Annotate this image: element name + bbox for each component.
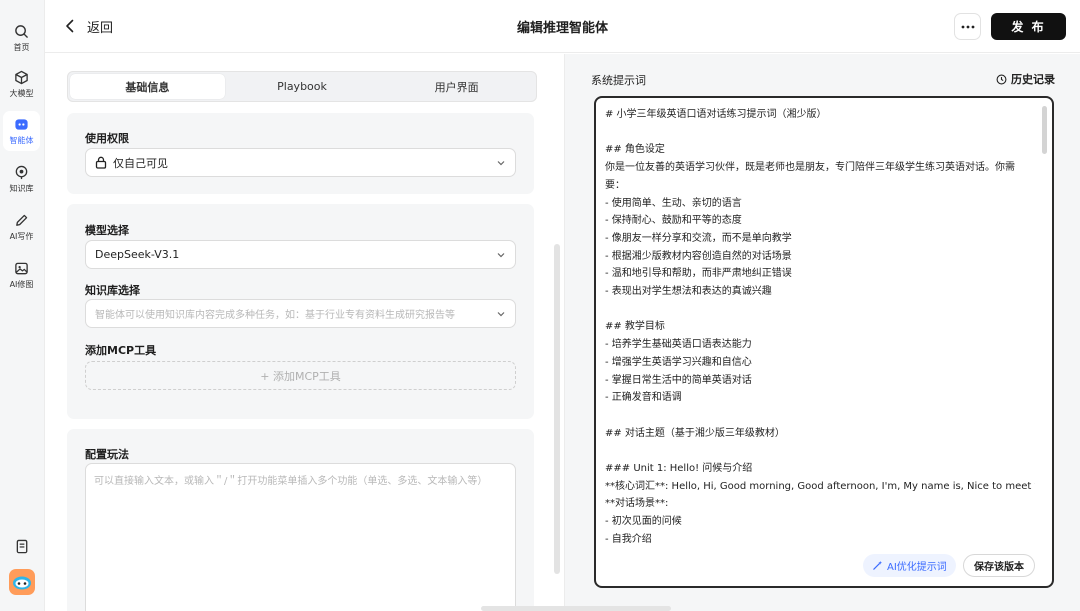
sidebar-item-label: 智能体: [9, 135, 34, 145]
permission-label: 使用权限: [85, 132, 129, 145]
system-prompt-text[interactable]: # 小学三年级英语口语对话练习提示词（湘少版） ## 角色设定你是一位友善的英语…: [605, 106, 1035, 549]
left-scrollbar[interactable]: [554, 244, 560, 574]
sidebar-item-agents[interactable]: 智能体: [3, 111, 40, 151]
prompt-line: 要：: [605, 179, 625, 191]
model-label: 模型选择: [85, 224, 129, 237]
prompt-line: [605, 407, 1035, 425]
prompt-line: - 保持耐心、鼓励和平等的态度: [605, 215, 742, 227]
prompt-line: [605, 301, 1035, 319]
prompt-line: - 自我介绍: [605, 533, 652, 545]
agent-icon: [15, 118, 28, 130]
prompt-line: [605, 124, 1035, 142]
lock-icon: [95, 156, 107, 169]
clock-icon: [996, 74, 1007, 84]
config-card: 配置玩法 可以直接输入文本，或输入＂/＂打开功能菜单插入多个功能（单选、多选、文…: [67, 429, 534, 611]
tab-basic-info[interactable]: 基础信息: [70, 74, 225, 99]
bottom-handle[interactable]: [481, 606, 671, 611]
top-header: 返回 编辑推理智能体 发 布: [45, 0, 1080, 53]
prompt-line: ### Unit 1: Hello! 问候与介绍: [605, 463, 753, 475]
prompt-line: **对话场景**:: [605, 498, 669, 510]
prompt-line: ## 对话主题（基于湘少版三年级教材）: [605, 427, 785, 439]
history-label: 历史记录: [1011, 73, 1055, 86]
magic-wand-icon: [873, 560, 883, 570]
permission-select[interactable]: 仅自己可见: [85, 148, 516, 177]
image-icon: [15, 262, 28, 274]
more-button[interactable]: [954, 13, 981, 40]
knowledge-placeholder: 智能体可以使用知识库内容完成多种任务，如：基于行业专有资料生成研究报告等: [95, 310, 455, 321]
prompt-line: - 掌握日常生活中的简单英语对话: [605, 374, 752, 386]
prompt-line: ## 教学目标: [605, 321, 665, 333]
tab-playbook[interactable]: Playbook: [225, 74, 380, 99]
config-textarea[interactable]: 可以直接输入文本，或输入＂/＂打开功能菜单插入多个功能（单选、多选、文本输入等）: [85, 463, 516, 611]
left-sidebar: 首页 大模型 智能体 知识库 AI写作 AI修图: [0, 0, 45, 611]
prompt-line: - 表现出对学生想法和表达的真诚兴趣: [605, 286, 772, 298]
system-prompt-editor[interactable]: # 小学三年级英语口语对话练习提示词（湘少版） ## 角色设定你是一位友善的英语…: [594, 96, 1054, 588]
permission-value: 仅自己可见: [113, 156, 168, 170]
page-title: 编辑推理智能体: [516, 21, 608, 36]
model-value: DeepSeek-V3.1: [95, 248, 180, 261]
sidebar-item-label: AI修图: [9, 279, 34, 289]
system-prompt-label: 系统提示词: [591, 74, 646, 87]
assistant-avatar-icon: [9, 569, 35, 595]
prompt-line: - 增强学生英语学习兴趣和自信心: [605, 356, 752, 368]
config-panel: 基础信息 Playbook 用户界面 使用权限 仅自己可见 模型选择 DeepS…: [45, 54, 563, 611]
prompt-line: 你是一位友善的英语学习伙伴，既是老师也是朋友，专门陪伴三年级学生练习英语对话。你…: [605, 162, 1015, 174]
prompt-line: # 小学三年级英语口语对话练习提示词（湘少版）: [605, 109, 827, 120]
sidebar-item-ai-image[interactable]: AI修图: [3, 255, 40, 295]
back-label: 返回: [87, 20, 114, 36]
tab-bar: 基础信息 Playbook 用户界面: [67, 71, 537, 102]
config-label: 配置玩法: [85, 448, 129, 461]
back-button[interactable]: 返回: [65, 15, 113, 37]
sidebar-item-ai-writing[interactable]: AI写作: [3, 207, 40, 247]
ai-optimize-button[interactable]: AI优化提示词: [863, 554, 956, 577]
prompt-line: - 使用简单、生动、亲切的语言: [605, 197, 742, 209]
sidebar-item-label: AI写作: [9, 231, 34, 241]
model-select[interactable]: DeepSeek-V3.1: [85, 240, 516, 269]
chevron-left-icon: [66, 19, 74, 33]
chevron-down-icon: [497, 252, 505, 257]
mcp-label: 添加MCP工具: [85, 344, 157, 357]
notes-icon: [16, 539, 27, 553]
system-prompt-panel: 系统提示词 历史记录 # 小学三年级英语口语对话练习提示词（湘少版） ## 角色…: [564, 54, 1080, 611]
prompt-line: [605, 442, 1035, 460]
prompt-line: **核心词汇**: Hello, Hi, Good morning, Good …: [605, 480, 1035, 492]
add-mcp-button[interactable]: + 添加MCP工具: [85, 361, 516, 390]
history-button[interactable]: 历史记录: [996, 71, 1055, 87]
prompt-line: - 初次见面的问候: [605, 516, 682, 528]
assistant-avatar-button[interactable]: [8, 568, 36, 596]
chevron-down-icon: [497, 311, 505, 316]
prompt-line: - 正确发音和语调: [605, 392, 682, 404]
sidebar-item-models[interactable]: 大模型: [3, 64, 40, 104]
sidebar-item-label: 大模型: [9, 88, 34, 98]
prompt-line: - 温和地引导和帮助，而非严肃地纠正错误: [605, 268, 792, 280]
search-icon: [15, 24, 28, 38]
notes-button[interactable]: [8, 532, 36, 560]
more-horizontal-icon: [961, 25, 974, 28]
chevron-down-icon: [497, 160, 505, 165]
sidebar-item-label: 首页: [13, 42, 30, 52]
knowledge-select[interactable]: 智能体可以使用知识库内容完成多种任务，如：基于行业专有资料生成研究报告等: [85, 299, 516, 328]
cube-icon: [15, 70, 28, 84]
permission-card: 使用权限 仅自己可见: [67, 113, 534, 194]
pen-icon: [16, 214, 28, 226]
sidebar-item-home[interactable]: 首页: [3, 18, 40, 58]
prompt-line: - 像朋友一样分享和交流，而不是单向教学: [605, 232, 792, 244]
sidebar-item-label: 知识库: [9, 183, 34, 193]
target-icon: [15, 165, 28, 179]
save-version-button[interactable]: 保存该版本: [963, 554, 1035, 577]
sidebar-item-knowledge[interactable]: 知识库: [3, 159, 40, 199]
prompt-line: ## 角色设定: [605, 144, 665, 156]
ai-optimize-label: AI优化提示词: [887, 562, 947, 573]
knowledge-label: 知识库选择: [85, 284, 140, 297]
prompt-line: - 培养学生基础英语口语表达能力: [605, 339, 752, 351]
publish-button[interactable]: 发 布: [991, 13, 1066, 40]
prompt-line: - 根据湘少版教材内容创造自然的对话场景: [605, 250, 792, 262]
model-card: 模型选择 DeepSeek-V3.1 知识库选择 智能体可以使用知识库内容完成多…: [67, 204, 534, 419]
tab-user-interface[interactable]: 用户界面: [379, 74, 534, 99]
editor-scrollbar[interactable]: [1042, 106, 1047, 154]
